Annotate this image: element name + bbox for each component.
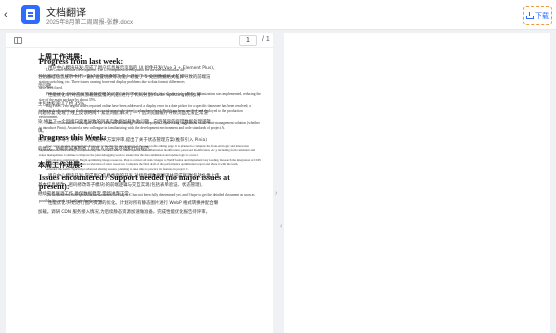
download-label: 下载 [535,12,549,20]
collapse-left-chevron-icon[interactable]: › [275,190,277,197]
paragraph: Team Collaboration: Participated in the … [39,120,260,131]
paragraph-line: station switching, etc. Three issues cau… [39,80,185,84]
source-toolbar: 1 / 1 [6,33,273,48]
translated-document-panel [284,33,550,333]
paragraph: Performance optimization: To address the… [39,92,261,102]
section-heading: Progress this Week: [39,132,107,142]
download-button[interactable]: 下载 [523,6,552,25]
section-heading: Issues encountered / Support needed (no … [39,173,230,192]
page-total: / 1 [262,36,270,43]
app-header: ‹ 文档翻译 2025年8月第二周周报-张静.docx 下载 [0,0,556,30]
translated-document-content: Progress from last week: User Center Mod… [39,56,261,205]
paragraph-line: User Center Module Development: The UI c… [46,68,186,72]
page-number-input[interactable]: 1 [239,35,257,46]
section-heading: Progress from last week: [39,57,124,66]
paragraph: Bug Fixes: Two urgent issues reported on… [39,103,251,119]
paragraph: The backend interface specification docu… [39,193,255,203]
document-app-icon [21,5,40,24]
back-arrow-icon[interactable]: ‹ [4,9,16,21]
paragraph: Attended the team's TypeScript advanced … [46,167,189,172]
collapse-right-chevron-icon[interactable]: ‹ [280,223,282,230]
paragraph-line: have been fixed. [39,86,63,90]
paragraph-line: 加载。调研 CDN 服务接入情况,为后续静态资源加速做准备。完成性能优化报告待评… [38,210,210,215]
paragraph-line: play page (Vue 3 + Element Plus) has bee… [39,74,186,78]
paragraph: Performance optimization: Begin optimizi… [39,157,261,167]
download-icon [526,12,534,19]
sidebar-toggle-icon[interactable] [14,37,22,44]
paragraph: User center module development: Focus on… [39,143,255,157]
file-name: 2025年8月第二周周报-张静.docx [46,20,134,26]
